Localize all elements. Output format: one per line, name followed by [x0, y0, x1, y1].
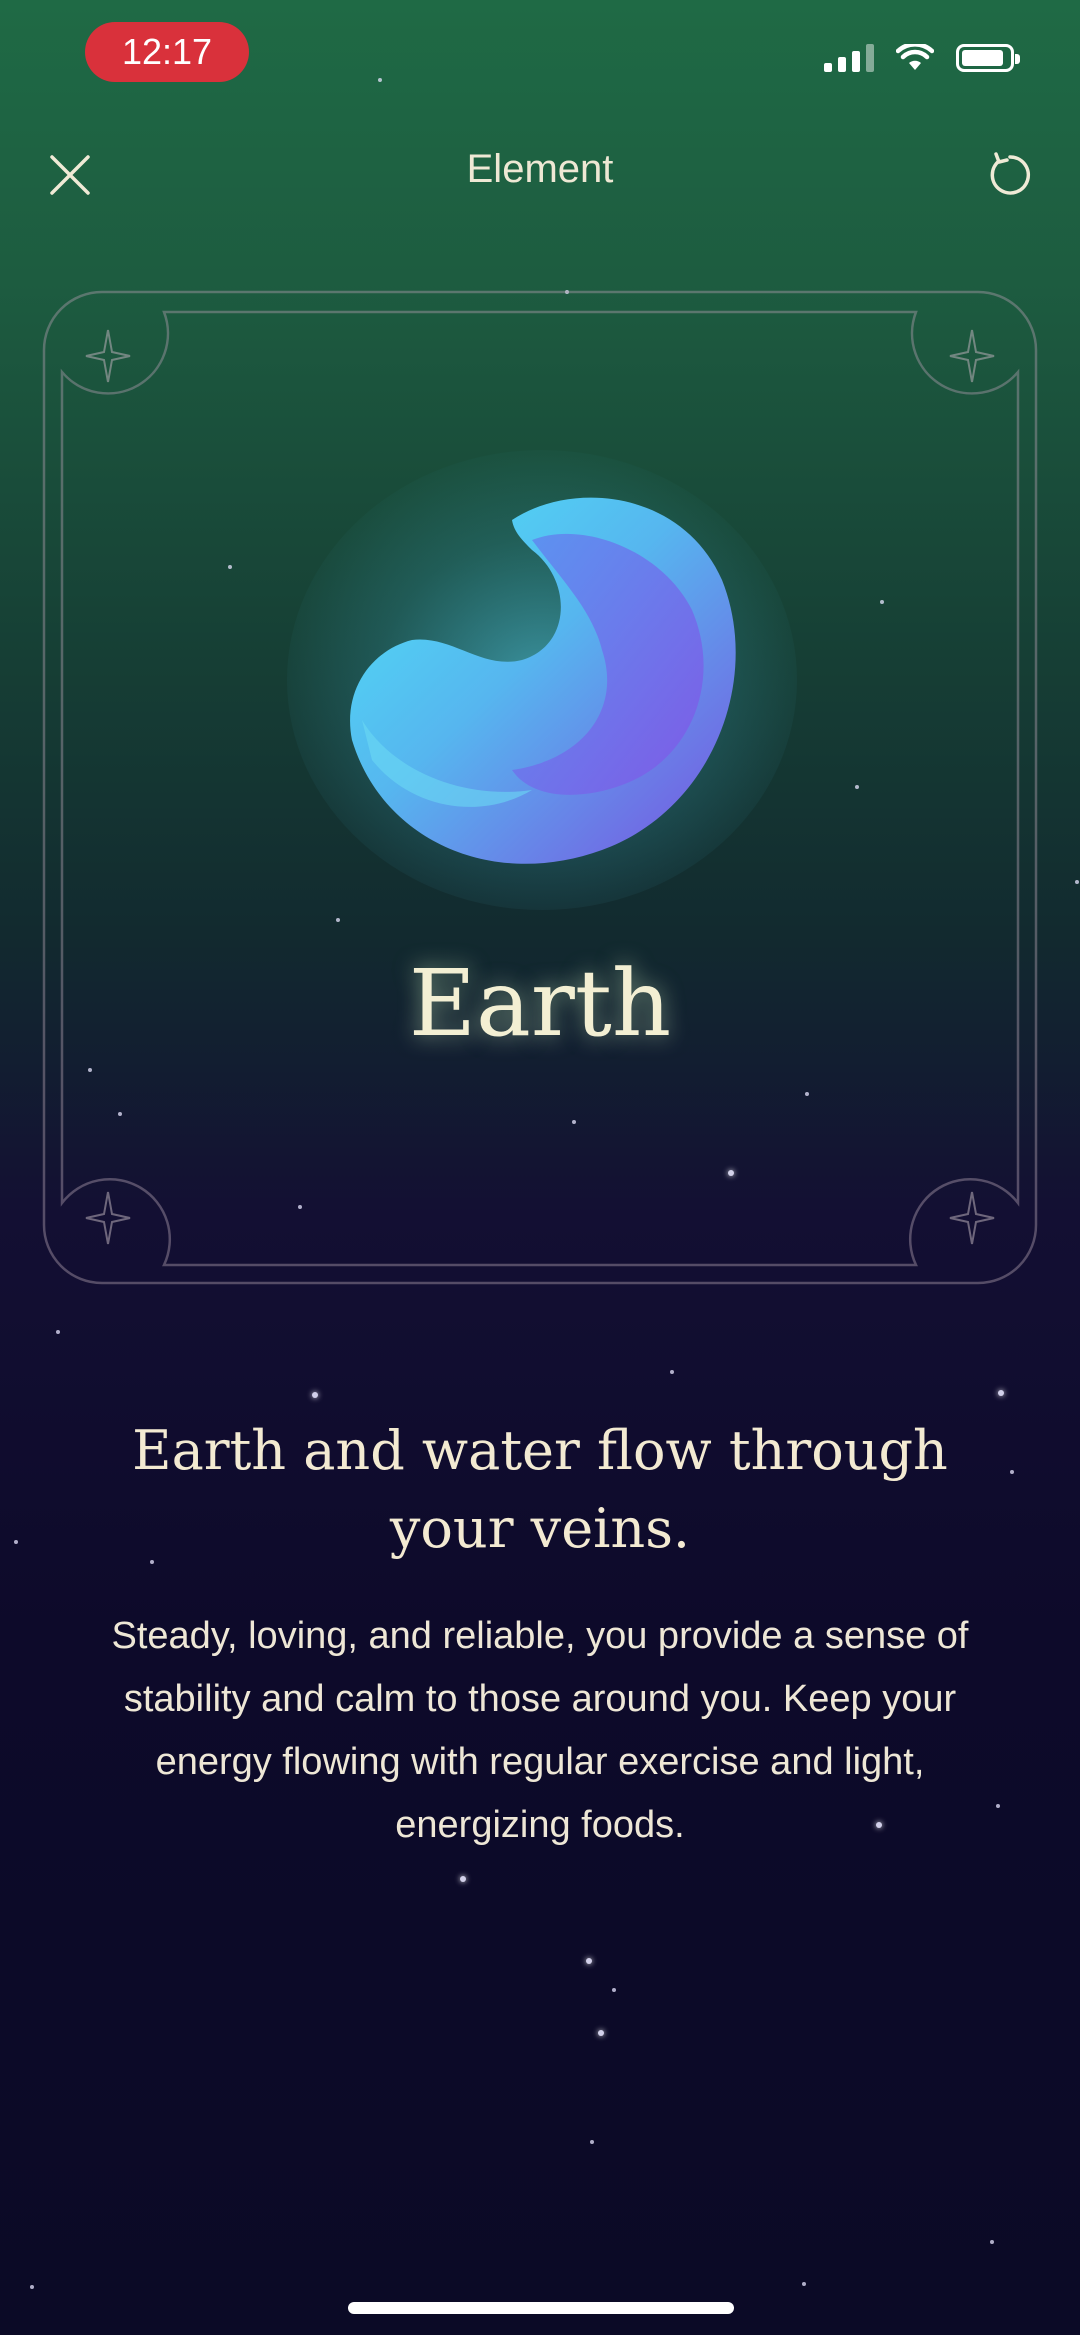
sparkle-icon: [85, 1191, 131, 1245]
earth-element-orb: [287, 450, 797, 910]
refresh-button[interactable]: [980, 145, 1040, 205]
status-bar: 12:17: [0, 0, 1080, 110]
status-time[interactable]: 12:17: [85, 22, 249, 82]
status-icons: [824, 44, 1020, 72]
element-headline: Earth and water flow through your veins.: [132, 1419, 948, 1560]
element-card: Earth: [42, 290, 1038, 1285]
element-name: Earth: [408, 950, 672, 1057]
header: Element: [0, 135, 1080, 215]
element-description: Steady, loving, and reliable, you provid…: [111, 1615, 969, 1846]
page-title: Element: [466, 147, 614, 191]
refresh-icon: [990, 152, 1031, 195]
home-indicator[interactable]: [348, 2302, 734, 2314]
sparkle-icon: [949, 329, 995, 383]
signal-icon: [824, 44, 874, 72]
wifi-icon: [896, 44, 934, 70]
sparkle-icon: [85, 329, 131, 383]
sparkle-icon: [949, 1191, 995, 1245]
battery-icon: [956, 44, 1020, 72]
